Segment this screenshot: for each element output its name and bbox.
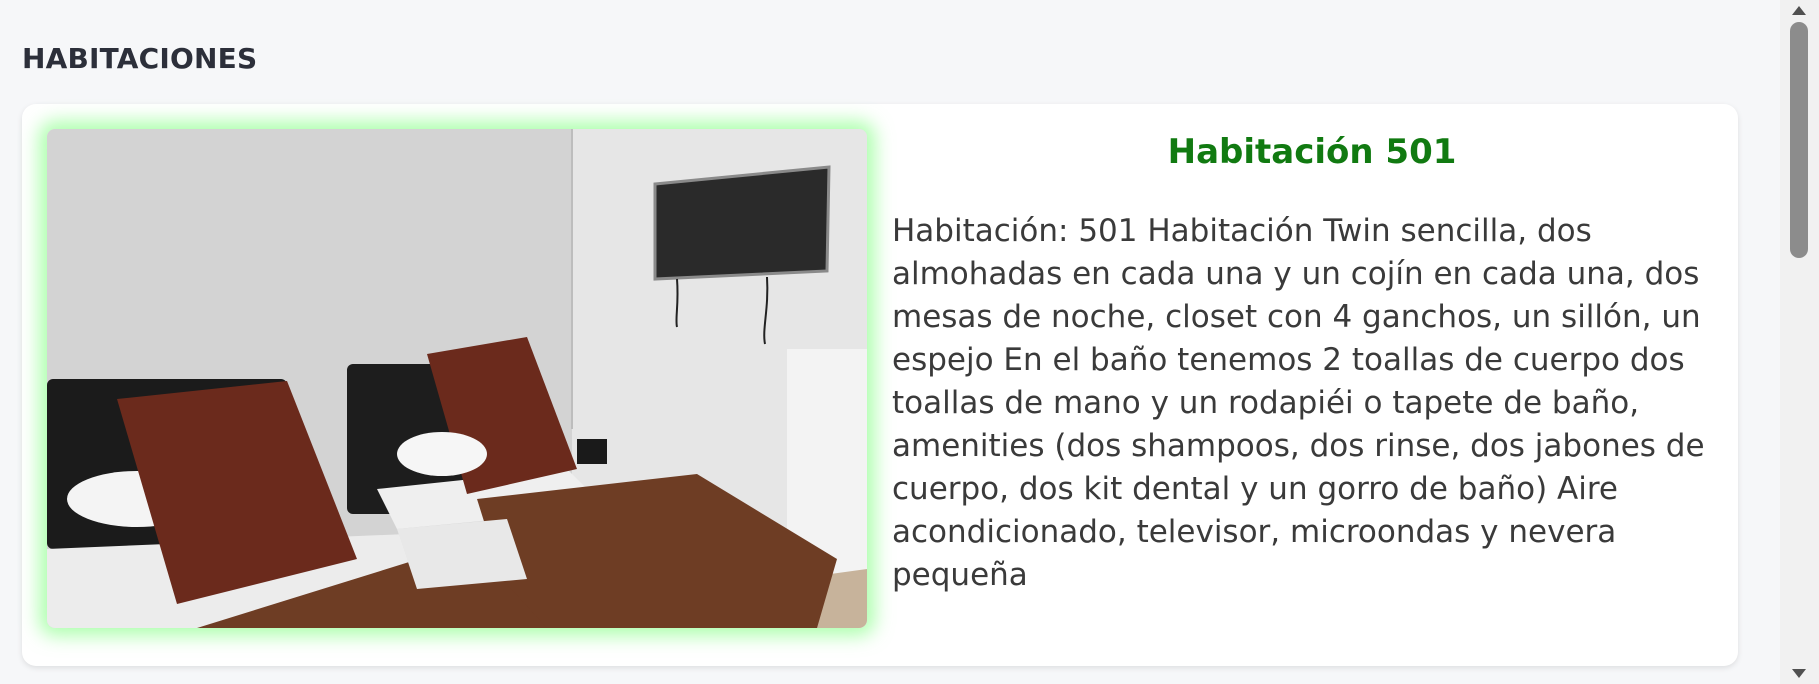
room-info: Habitación 501 Habitación: 501 Habitació… [892, 132, 1732, 597]
room-photo[interactable] [47, 129, 867, 628]
vertical-scrollbar[interactable] [1780, 0, 1819, 684]
room-card: Habitación 501 Habitación: 501 Habitació… [22, 104, 1738, 666]
room-description: Habitación: 501 Habitación Twin sencilla… [892, 213, 1705, 593]
scroll-down-arrow-icon[interactable] [1792, 669, 1806, 678]
page: HABITACIONES Habitación 501 Habitación: … [0, 0, 1780, 684]
room-title[interactable]: Habitación 501 [892, 132, 1732, 172]
section-title: HABITACIONES [22, 42, 258, 75]
scroll-up-arrow-icon[interactable] [1792, 6, 1806, 15]
scroll-thumb[interactable] [1790, 22, 1808, 258]
room-photo-image [47, 129, 867, 628]
